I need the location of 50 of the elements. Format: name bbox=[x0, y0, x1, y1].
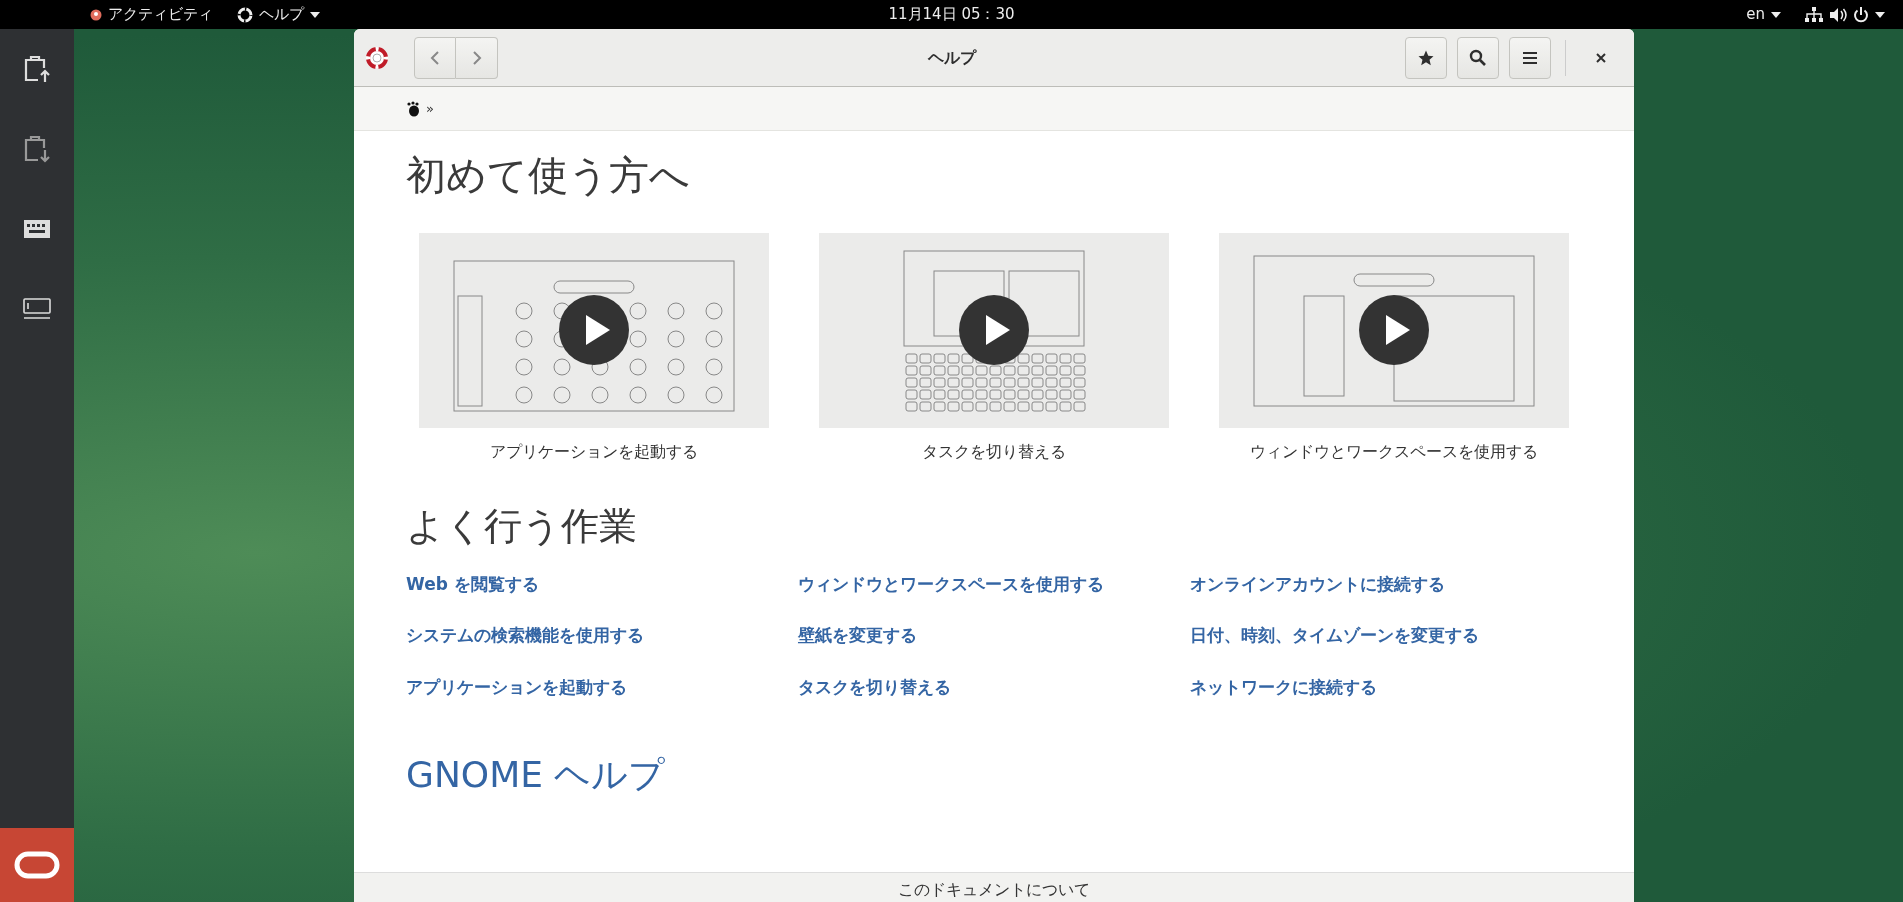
video-thumbnail[interactable] bbox=[819, 233, 1169, 428]
caret-icon bbox=[310, 11, 320, 18]
activities-label: アクティビティ bbox=[108, 4, 213, 26]
video-caption: タスクを切り替える bbox=[921, 441, 1067, 463]
close-icon bbox=[1595, 51, 1607, 64]
caret-icon bbox=[1875, 11, 1885, 18]
input-source-menu[interactable]: en bbox=[1734, 3, 1793, 26]
menu-button[interactable] bbox=[1509, 36, 1551, 79]
task-link[interactable]: ウィンドウとワークスペースを使用する bbox=[798, 571, 1104, 598]
video-caption: アプリケーションを起動する bbox=[489, 441, 699, 463]
task-link[interactable]: 日付、時刻、タイムゾーンを変更する bbox=[1190, 623, 1479, 649]
task-link[interactable]: Web を閲覧する bbox=[406, 571, 539, 598]
task-link[interactable]: システムの検索機能を使用する bbox=[406, 623, 644, 649]
task-link[interactable]: ネットワークに接続する bbox=[1190, 674, 1377, 701]
lifebuoy-icon bbox=[366, 45, 388, 70]
video-caption: ウィンドウとワークスペースを使用する bbox=[1249, 441, 1539, 463]
logo-icon bbox=[14, 851, 60, 879]
search-icon bbox=[1469, 48, 1487, 67]
logo-button[interactable] bbox=[0, 828, 74, 902]
status-dot-icon bbox=[90, 8, 102, 21]
gnome-help-link[interactable]: GNOME ヘルプ bbox=[406, 754, 666, 796]
task-link[interactable]: タスクを切り替える bbox=[798, 674, 951, 701]
app-menu-label: ヘルプ bbox=[259, 4, 304, 26]
lifebuoy-icon bbox=[237, 6, 253, 23]
about-document-link[interactable]: このドキュメントについて bbox=[354, 872, 1634, 902]
app-menu[interactable]: ヘルプ bbox=[225, 3, 332, 26]
activities-button[interactable]: アクティビティ bbox=[78, 3, 225, 26]
task-link[interactable]: アプリケーションを起動する bbox=[406, 674, 627, 701]
clock[interactable]: 11月14日 05：30 bbox=[876, 3, 1027, 26]
caret-icon bbox=[1771, 11, 1781, 18]
task-link[interactable]: 壁紙を変更する bbox=[798, 623, 917, 649]
network-icon bbox=[1805, 6, 1823, 23]
video-thumbnail[interactable] bbox=[1219, 233, 1569, 428]
search-button[interactable] bbox=[1457, 36, 1499, 79]
input-source-label: en bbox=[1746, 4, 1765, 26]
play-button-icon[interactable] bbox=[559, 295, 629, 365]
task-link[interactable]: オンラインアカウントに接続する bbox=[1190, 571, 1445, 598]
section-heading: よく行う作業 bbox=[406, 504, 638, 550]
breadcrumb-separator: » bbox=[426, 99, 434, 118]
power-icon bbox=[1853, 6, 1869, 23]
window-title: ヘルプ bbox=[926, 46, 978, 69]
bookmark-button[interactable] bbox=[1405, 36, 1447, 79]
menu-icon bbox=[1522, 50, 1538, 65]
volume-icon bbox=[1829, 6, 1847, 23]
play-button-icon[interactable] bbox=[1359, 295, 1429, 365]
video-thumbnail[interactable] bbox=[419, 233, 769, 428]
chevron-left-icon bbox=[430, 49, 440, 66]
section-heading: 初めて使う方へ bbox=[406, 151, 691, 199]
play-button-icon[interactable] bbox=[959, 295, 1029, 365]
chevron-right-icon bbox=[471, 49, 482, 66]
